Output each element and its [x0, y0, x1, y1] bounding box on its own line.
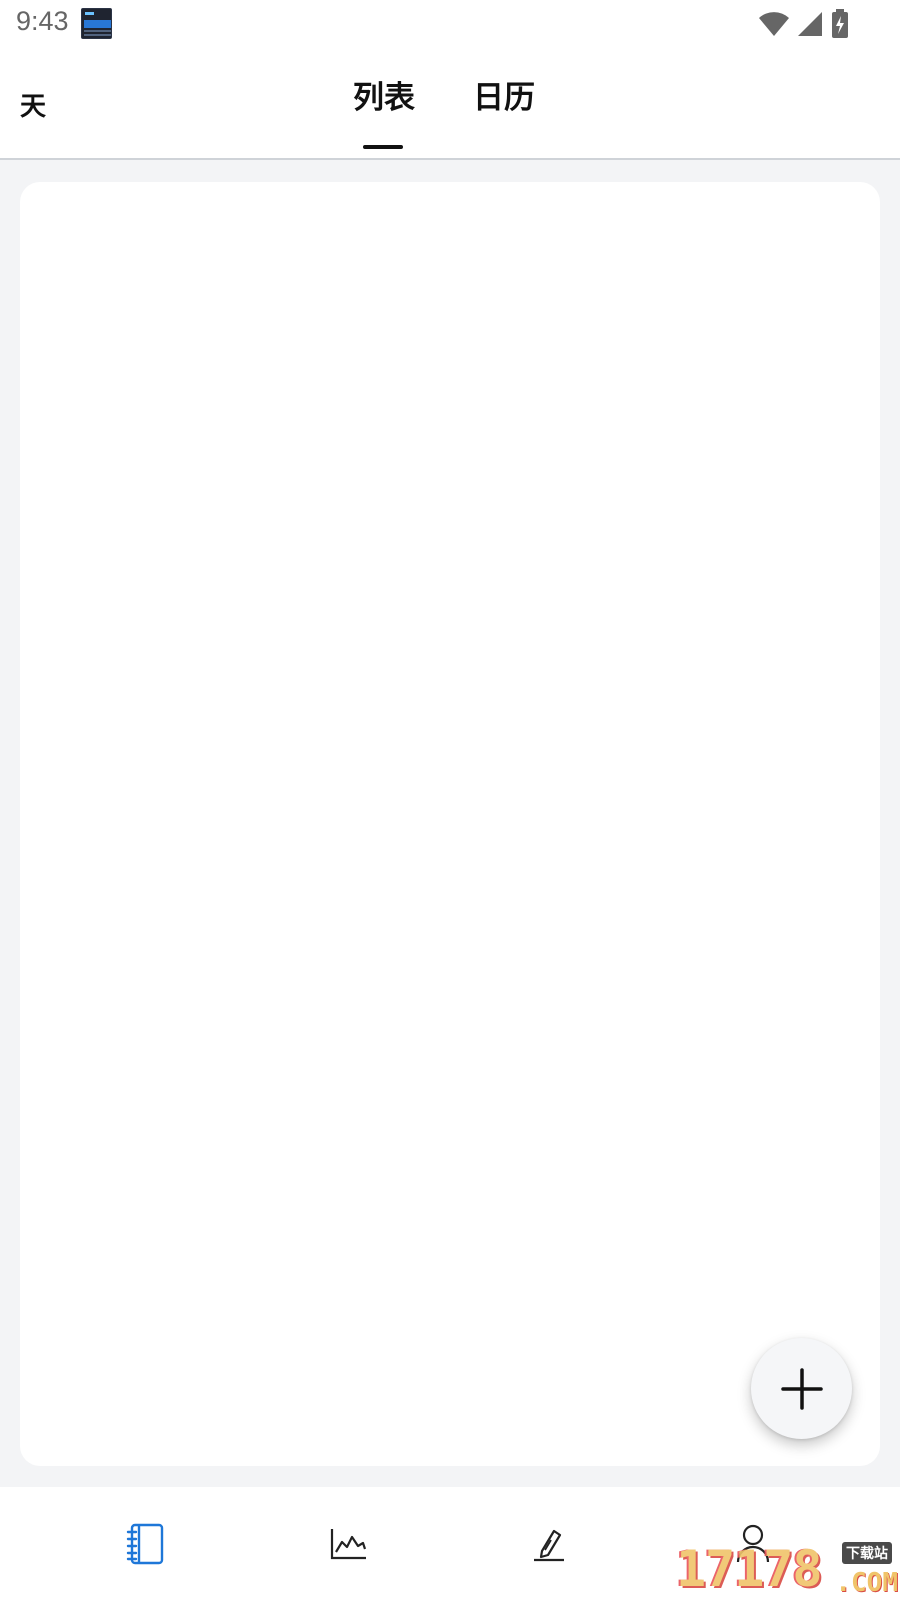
status-icons [758, 9, 850, 39]
day-view-toggle[interactable]: 天 [20, 86, 46, 123]
plus-icon [780, 1367, 823, 1410]
content-area [0, 160, 900, 1487]
pen-icon [534, 1529, 564, 1561]
entry-list-card[interactable] [20, 182, 880, 1466]
watermark-badge: 下载站 [842, 1542, 892, 1564]
tab-bar: 列表 日历 [353, 80, 535, 150]
tab-list[interactable]: 列表 [353, 80, 415, 150]
notification-clock-icon [81, 8, 112, 39]
nav-item-notebook[interactable] [86, 1487, 206, 1600]
notebook-icon [126, 1523, 164, 1564]
header: 天 列表 日历 [0, 50, 900, 160]
status-bar: 9:43 [0, 0, 900, 50]
chart-icon [330, 1528, 367, 1559]
status-time: 9:43 [16, 6, 69, 36]
wifi-icon [759, 12, 789, 37]
nav-item-statistics[interactable] [289, 1487, 409, 1600]
active-tab-indicator [363, 145, 403, 150]
add-entry-button[interactable] [751, 1338, 852, 1439]
tab-calendar-label: 日历 [473, 80, 535, 116]
watermark-domain: .COM [835, 1568, 898, 1598]
cellular-signal-icon [798, 12, 822, 36]
watermark-main: 17178 [676, 1540, 823, 1598]
tab-calendar[interactable]: 日历 [473, 80, 535, 117]
battery-charging-icon [832, 9, 848, 38]
tab-list-label: 列表 [353, 80, 415, 116]
nav-item-write[interactable] [489, 1487, 609, 1600]
site-watermark: 17178 下载站 .COM [676, 1540, 898, 1598]
app-screen: 9:43 天 列表 日历 17178 下载站 .COM [0, 0, 900, 1600]
